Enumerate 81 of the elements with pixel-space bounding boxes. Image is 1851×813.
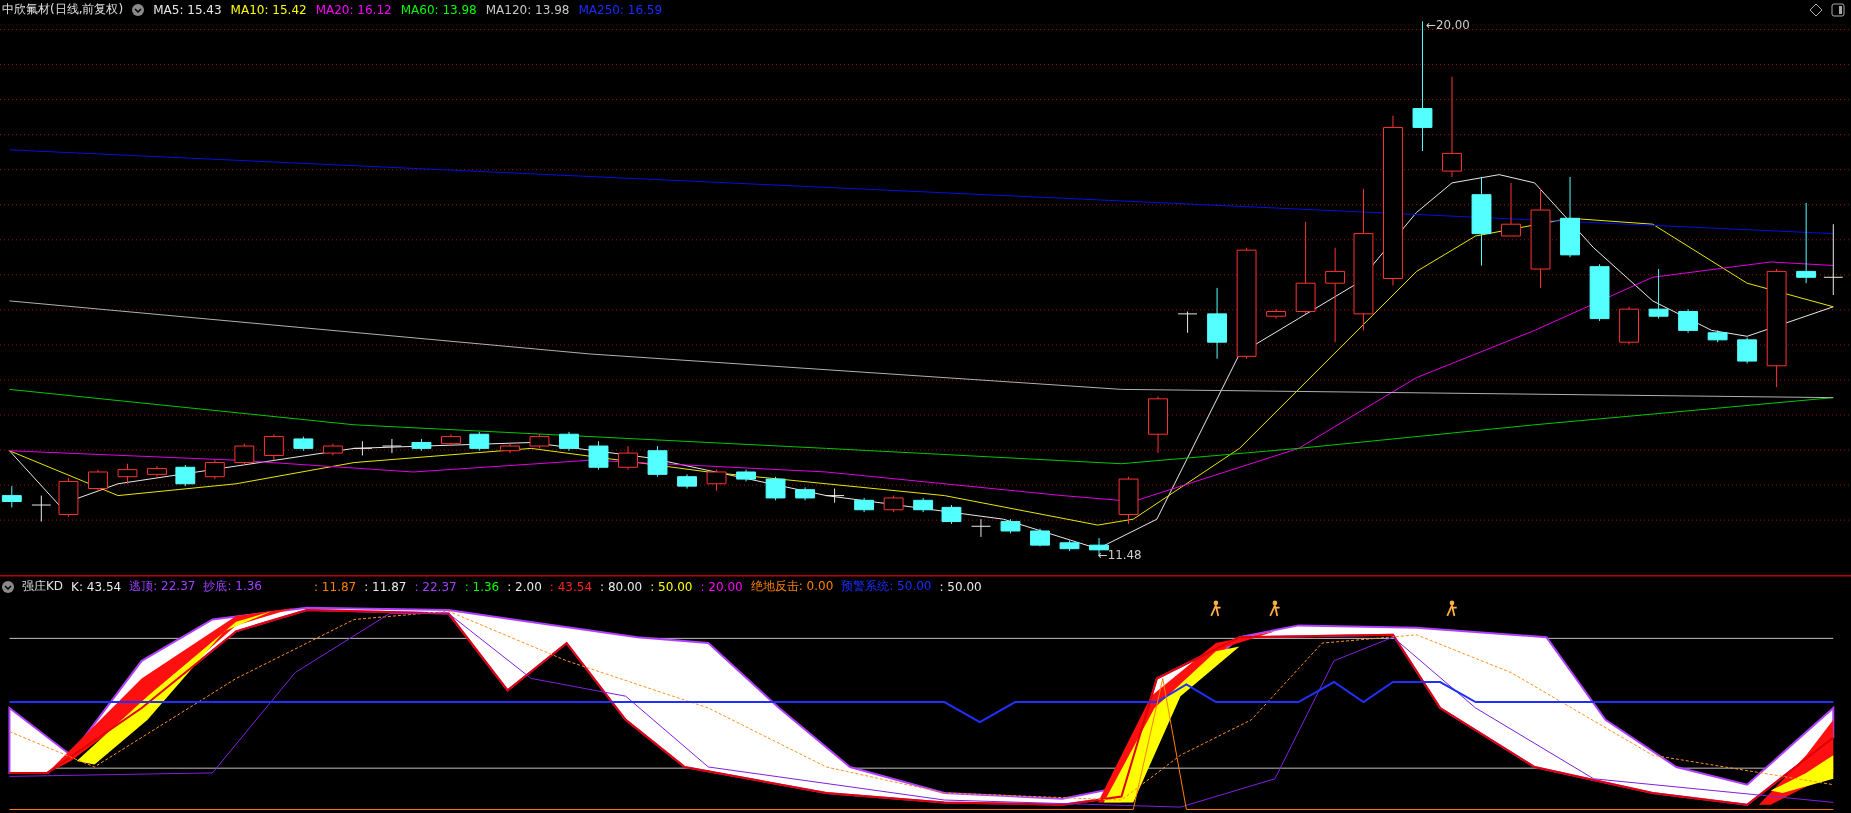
candlestick	[234, 443, 255, 466]
candlestick	[117, 463, 138, 485]
candlestick	[883, 495, 904, 513]
diamond-icon[interactable]	[1809, 3, 1823, 17]
candlestick	[647, 445, 668, 478]
candlestick	[175, 464, 196, 487]
indicator-value: : 80.00	[600, 579, 643, 594]
candlestick	[411, 438, 432, 452]
candlestick	[1, 485, 22, 508]
indicator-value: : 11.87	[314, 579, 357, 594]
indicator-value: : 43.54	[549, 579, 593, 594]
candlestick	[1648, 268, 1669, 320]
candlestick	[1619, 306, 1639, 346]
candlestick	[147, 465, 167, 478]
candlestick	[1707, 329, 1728, 343]
indicator-value: : 50.00	[650, 579, 693, 594]
candlestick	[88, 469, 108, 492]
chart-title: 中欣氟材(日线,前复权)	[2, 1, 124, 18]
candlestick	[1000, 518, 1021, 534]
candlestick	[795, 486, 816, 501]
indicator-value: : 50.00	[939, 579, 982, 594]
indicator-value: : 1.36	[464, 579, 500, 594]
inner-band-area	[1770, 755, 1834, 793]
candlestick	[1678, 308, 1699, 334]
indicator-value: 预警系统: 50.00	[841, 578, 932, 595]
panel-toggle-icon[interactable]	[1831, 3, 1845, 17]
indicator-value: : 2.00	[507, 579, 542, 594]
candlestick	[941, 504, 962, 525]
moving-average-value: MA20: 16.12	[315, 2, 392, 17]
candlestick	[1266, 308, 1287, 320]
indicator-value: : 20.00	[700, 579, 743, 594]
candlestick	[1030, 528, 1050, 547]
candlestick	[618, 445, 638, 471]
candlestick	[382, 438, 402, 454]
indicator-value: 绝地反击: 0.00	[750, 578, 834, 595]
indicator-value: : 22.37	[414, 579, 457, 594]
candlestick	[677, 473, 697, 489]
candlestick	[500, 443, 520, 454]
candlestick	[58, 477, 79, 518]
person-icon	[1269, 600, 1281, 617]
candlestick	[1148, 395, 1168, 454]
candlestick	[322, 443, 343, 456]
candlestick	[469, 431, 490, 452]
moving-average-value: MA10: 15.42	[230, 2, 307, 17]
candlestick	[204, 459, 225, 480]
candlestick	[854, 497, 875, 513]
person-icon	[1210, 600, 1222, 617]
indicator-value: 抄底: 1.36	[203, 578, 262, 595]
candlestick	[1059, 539, 1080, 552]
moving-average-value: MA60: 13.98	[400, 2, 477, 17]
candlestick	[824, 488, 845, 504]
high-price-label: ←20.00	[1426, 18, 1470, 33]
candlestick	[293, 436, 314, 452]
candlestick	[559, 431, 579, 452]
candlestick	[529, 433, 550, 449]
indicator-name: 强庄KD	[22, 578, 64, 595]
moving-average-value: MA5: 15.43	[153, 2, 222, 17]
dropdown-icon[interactable]	[132, 3, 145, 16]
indicator-value: : 11.87	[364, 579, 407, 594]
candlestick	[263, 433, 284, 461]
candlestick	[1737, 336, 1758, 364]
candlestick	[736, 469, 756, 482]
indicator-value: 逃顶: 22.37	[129, 578, 196, 595]
low-price-label: ←11.48	[1097, 548, 1142, 563]
moving-average-value: MA120: 13.98	[485, 2, 570, 17]
candlestick	[1118, 476, 1139, 525]
candlestick	[913, 497, 934, 513]
person-icon	[1446, 600, 1458, 617]
indicator-value: K: 43.54	[71, 579, 122, 594]
candlestick	[352, 440, 373, 456]
candlestick	[441, 433, 461, 447]
candlestick	[971, 518, 991, 538]
candlestick	[706, 469, 727, 492]
candlestick	[1501, 182, 1521, 237]
candlestick	[31, 495, 52, 523]
moving-average-value: MA250: 16.59	[578, 2, 663, 17]
candlestick	[588, 440, 609, 471]
dropdown-icon[interactable]	[2, 580, 14, 593]
candlestick	[765, 476, 786, 501]
candlestick	[1589, 263, 1610, 322]
candlestick	[1177, 311, 1198, 334]
